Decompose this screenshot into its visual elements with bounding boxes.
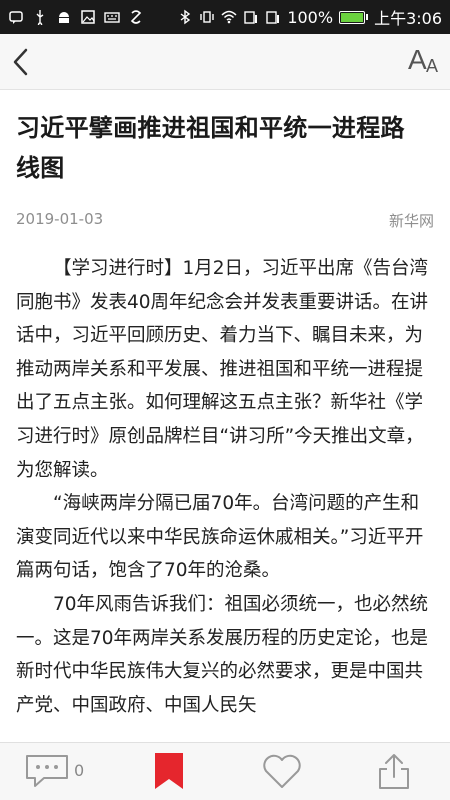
gallery-icon: [80, 9, 96, 25]
article-paragraph: “海峡两岸分隔已届70年。台湾问题的产生和演变同近代以来中华民族命运休戚相关。”…: [16, 493, 424, 582]
article-title: 习近平擘画推进祖国和平统一进程路线图: [16, 114, 405, 182]
battery-icon: [339, 10, 369, 24]
chevron-left-icon: [13, 48, 28, 76]
share-button[interactable]: [374, 751, 414, 791]
usb-icon: [32, 9, 48, 25]
share-icon: [379, 754, 409, 789]
font-size-button[interactable]: AA: [402, 42, 446, 82]
heart-icon: [263, 754, 301, 788]
article-paragraph: 【学习进行时】1月2日，习近平出席《告台湾同胞书》发表40周年纪念会并发表重要讲…: [16, 258, 429, 481]
article-source: 新华网: [388, 212, 434, 230]
article-date: 2019-01-03: [16, 210, 104, 228]
battery-fill: [341, 12, 364, 22]
status-right-icons: 100% 上午3:06: [177, 5, 442, 29]
comment-button[interactable]: [24, 751, 72, 791]
like-button[interactable]: [260, 751, 304, 791]
article-body: 【学习进行时】1月2日，习近平出席《告台湾同胞书》发表40周年纪念会并发表重要讲…: [16, 252, 434, 722]
status-left-icons: [8, 9, 144, 25]
article-paragraph: 70年风雨告诉我们：祖国必须统一，也必然统一。这是70年两岸关系发展历程的历史定…: [16, 593, 429, 716]
bluetooth-icon: [177, 9, 193, 25]
android-icon: [56, 9, 72, 25]
bottom-toolbar: 0: [0, 742, 450, 800]
vibrate-icon: [199, 9, 215, 25]
battery-percent: 100%: [287, 7, 334, 27]
keyboard-icon: [104, 9, 120, 25]
wifi-icon: [221, 9, 237, 25]
comment-count: 0: [74, 761, 85, 780]
message-icon: [8, 9, 24, 25]
bookmark-button[interactable]: [152, 751, 186, 791]
bookmark-icon: [155, 753, 183, 789]
comment-icon: [26, 755, 68, 787]
signal-sim1-icon: [243, 9, 259, 25]
app-icon: [128, 9, 144, 25]
status-bar: 100% 上午3:06: [0, 0, 450, 34]
clock: 上午3:06: [374, 9, 442, 28]
signal-sim2-icon: [265, 9, 281, 25]
top-navbar: AA: [0, 34, 450, 90]
back-button[interactable]: [4, 42, 44, 82]
